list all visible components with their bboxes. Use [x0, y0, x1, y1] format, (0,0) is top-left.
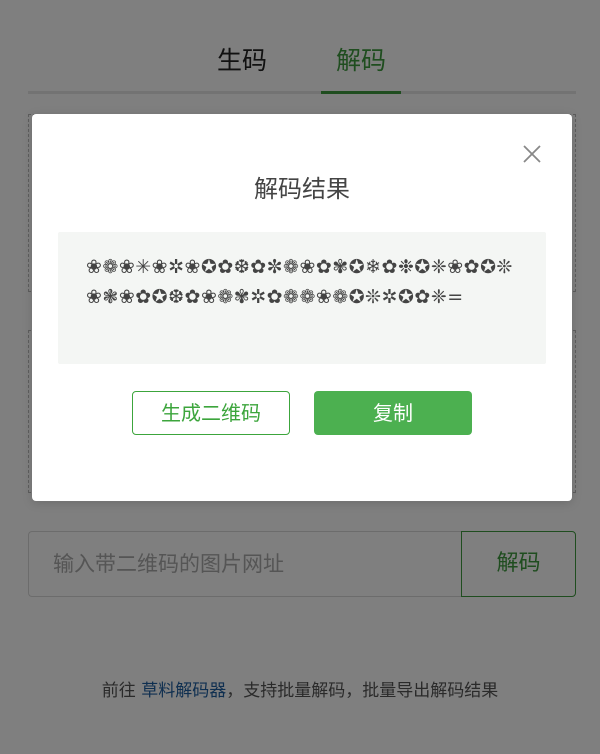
close-icon[interactable]: [520, 142, 544, 166]
copy-button[interactable]: 复制: [314, 391, 472, 435]
decoded-result-text: ❀❁❀✳❀✲❀✪✿❆✿✼❁❀✿✾✪❄✿❉✪❈❀✿✪❊❀❃❀✿✪❆✿❀❁✾✲✿❁❁…: [58, 232, 546, 364]
generate-qr-button[interactable]: 生成二维码: [132, 391, 290, 435]
dialog-title: 解码结果: [254, 175, 350, 203]
decode-result-dialog: 解码结果 ❀❁❀✳❀✲❀✪✿❆✿✼❁❀✿✾✪❄✿❉✪❈❀✿✪❊❀❃❀✿✪❆✿❀❁…: [32, 114, 572, 501]
